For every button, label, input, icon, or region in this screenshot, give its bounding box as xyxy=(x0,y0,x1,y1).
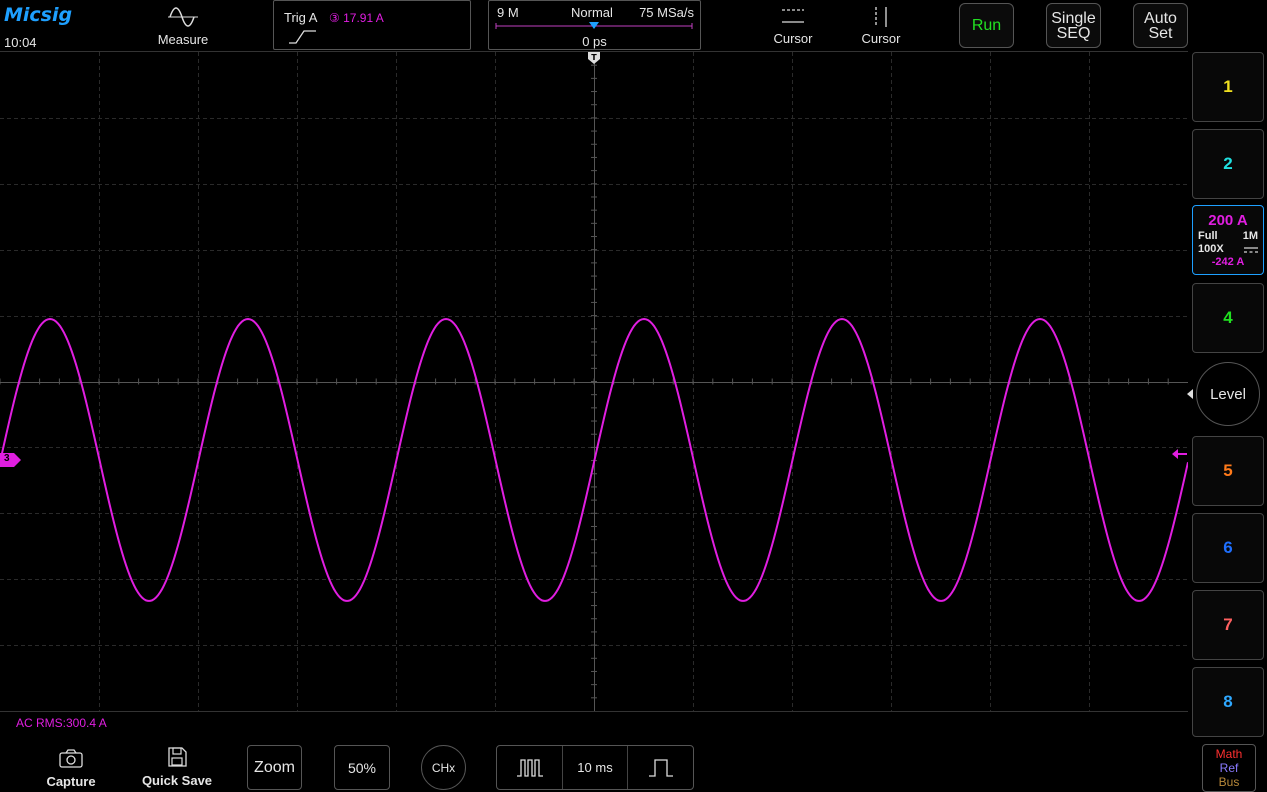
channel-1-button[interactable]: 1 xyxy=(1192,52,1264,122)
quick-save-button[interactable]: Quick Save xyxy=(138,746,216,788)
dc-coupling-icon xyxy=(1244,247,1258,253)
cursor-label: Cursor xyxy=(861,31,901,46)
rising-edge-icon xyxy=(289,30,316,44)
graticule xyxy=(0,51,1189,711)
time-scale-decrease-button[interactable] xyxy=(497,746,563,789)
brand-logo: Micsig xyxy=(4,4,73,26)
level-knob[interactable]: Level xyxy=(1196,362,1260,426)
quick-save-label: Quick Save xyxy=(141,773,213,788)
measure-label: Measure xyxy=(157,32,209,47)
ch3-scale: 200 A xyxy=(1208,212,1248,229)
channel-8-button[interactable]: 8 xyxy=(1192,667,1264,737)
measurement-readout[interactable]: AC RMS:300.4 A xyxy=(16,716,107,730)
channel-2-button[interactable]: 2 xyxy=(1192,129,1264,199)
channel-5-button[interactable]: 5 xyxy=(1192,436,1264,506)
camera-icon xyxy=(59,749,83,768)
cursor-label: Cursor xyxy=(773,31,813,46)
trigger-level-marker[interactable] xyxy=(1171,448,1187,460)
capture-label: Capture xyxy=(46,774,96,789)
svg-text:T: T xyxy=(591,53,597,62)
channel-4-button[interactable]: 4 xyxy=(1192,283,1264,353)
timebase-panel[interactable]: 9 M Normal 75 MSa/s 0 ps xyxy=(488,0,701,50)
memory-position-bar xyxy=(495,22,693,29)
chx-button[interactable]: CHx xyxy=(421,745,466,790)
sample-rate: 75 MSa/s xyxy=(639,5,694,20)
fifty-percent-button[interactable]: 50% xyxy=(334,745,390,790)
trigger-delay: 0 ps xyxy=(582,34,607,49)
vertical-cursor-icon xyxy=(875,7,887,27)
run-button[interactable]: Run xyxy=(959,3,1014,48)
ref-label: Ref xyxy=(1219,761,1239,775)
measure-button[interactable]: Measure xyxy=(150,6,216,47)
horizontal-cursor-icon xyxy=(782,9,804,23)
channel-7-button[interactable]: 7 xyxy=(1192,590,1264,660)
time-scale-increase-button[interactable] xyxy=(628,746,693,789)
ch3-bandwidth: Full xyxy=(1198,230,1218,242)
acquire-mode: Normal xyxy=(571,5,613,20)
memory-depth: 9 M xyxy=(497,5,519,20)
measure-wave-icon xyxy=(168,7,198,27)
ch3-impedance: 1M xyxy=(1242,230,1258,242)
trigger-panel[interactable]: Trig A ③ 17.91 A xyxy=(273,0,471,50)
trigger-label: Trig A xyxy=(284,10,318,25)
zoom-button[interactable]: Zoom xyxy=(247,745,302,790)
ch3-probe: 100X xyxy=(1198,243,1224,255)
cursor-horizontal-button[interactable]: Cursor xyxy=(766,6,820,46)
channel-3-button[interactable]: 200 A Full 1M 100X -242 A xyxy=(1192,205,1264,275)
waveform-display[interactable] xyxy=(0,51,1189,712)
clock: 10:04 xyxy=(4,35,37,50)
math-ref-bus-button[interactable]: Math Ref Bus xyxy=(1202,744,1256,792)
math-label: Math xyxy=(1215,747,1243,761)
measurement-bar xyxy=(0,711,1188,736)
ch3-offset-marker[interactable]: 3 xyxy=(0,453,22,472)
trigger-position-marker[interactable]: T xyxy=(587,51,601,65)
time-per-div[interactable]: 10 ms xyxy=(563,746,628,789)
capture-button[interactable]: Capture xyxy=(40,748,102,789)
trigger-level: ③ 17.91 A xyxy=(329,11,384,25)
narrow-pulse-icon xyxy=(516,758,543,777)
channel-6-button[interactable]: 6 xyxy=(1192,513,1264,583)
bus-label: Bus xyxy=(1218,775,1240,789)
single-seq-button[interactable]: Single SEQ xyxy=(1046,3,1101,48)
save-icon xyxy=(168,747,187,767)
wide-pulse-icon xyxy=(648,758,673,777)
auto-set-button[interactable]: Auto Set xyxy=(1133,3,1188,48)
ch3-offset: -242 A xyxy=(1211,256,1245,268)
collapse-arrow-icon[interactable] xyxy=(1186,389,1194,399)
cursor-vertical-button[interactable]: Cursor xyxy=(854,6,908,46)
time-scale-control: 10 ms xyxy=(496,745,694,790)
